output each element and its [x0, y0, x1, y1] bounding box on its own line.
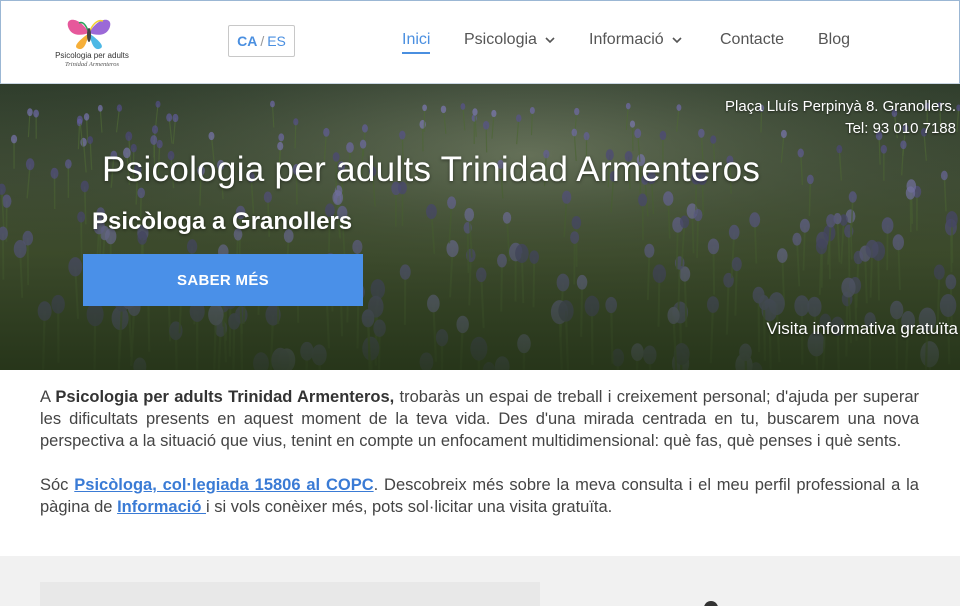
- language-switcher[interactable]: CA / ES: [228, 25, 295, 57]
- nav-item-blog[interactable]: Blog: [818, 31, 850, 49]
- nav-item-inici[interactable]: Inici: [402, 31, 431, 54]
- address-line: Plaça Lluís Perpinyà 8. Granollers.: [725, 98, 956, 115]
- nav-label: Inici: [402, 31, 431, 48]
- nav-item-psicologia[interactable]: Psicologia: [464, 31, 557, 49]
- text-span: A: [40, 388, 56, 406]
- chevron-down-icon: [545, 37, 555, 44]
- free-visit-text: Visita informativa gratuïta: [766, 319, 959, 338]
- intro-content: A Psicologia per adults Trinidad Armente…: [40, 386, 919, 540]
- logo-signature: Trinidad Armenteros: [65, 61, 119, 68]
- address-block: Plaça Lluís Perpinyà 8. Granollers. Tel:…: [725, 96, 956, 140]
- hero-banner: Plaça Lluís Perpinyà 8. Granollers. Tel:…: [0, 84, 960, 370]
- intro-paragraph: A Psicologia per adults Trinidad Armente…: [40, 386, 919, 452]
- text-span: Sóc: [40, 476, 75, 494]
- psychologist-link[interactable]: Psicòloga, col·legiada 15806 al COPC: [74, 476, 373, 494]
- nav-item-informacio[interactable]: Informació: [589, 31, 684, 49]
- lang-ca[interactable]: CA: [237, 33, 257, 49]
- hero-title: Psicologia per adults Trinidad Armentero…: [102, 150, 761, 189]
- nav-label: Contacte: [720, 31, 785, 48]
- butterfly-logo-icon: [67, 19, 111, 50]
- lang-separator: /: [260, 33, 265, 49]
- hero-subtitle: Psicòloga a Granollers: [92, 208, 353, 235]
- nav-item-contacte[interactable]: Contacte: [720, 31, 784, 49]
- bold-name: Psicologia per adults Trinidad Armentero…: [55, 388, 395, 406]
- nav-label: Blog: [818, 31, 851, 48]
- informacio-link[interactable]: Informació: [117, 498, 206, 516]
- saber-mes-button[interactable]: SABER MÉS: [83, 254, 363, 306]
- text-span: i si vols conèixer més, pots sol·licitar…: [206, 498, 613, 516]
- next-section-card: [40, 582, 540, 606]
- logo-text: Psicologia per adults: [55, 51, 129, 60]
- about-paragraph: Sóc Psicòloga, col·legiada 15806 al COPC…: [40, 474, 919, 518]
- nav-label: Psicologia: [464, 31, 537, 48]
- site-header: Psicologia per adults Trinidad Armentero…: [0, 0, 960, 84]
- lang-es[interactable]: ES: [267, 33, 286, 49]
- site-logo[interactable]: Psicologia per adults Trinidad Armentero…: [47, 11, 137, 73]
- chevron-down-icon: [672, 37, 682, 44]
- nav-label: Informació: [589, 31, 664, 48]
- phone-line: Tel: 93 010 7188: [845, 120, 956, 137]
